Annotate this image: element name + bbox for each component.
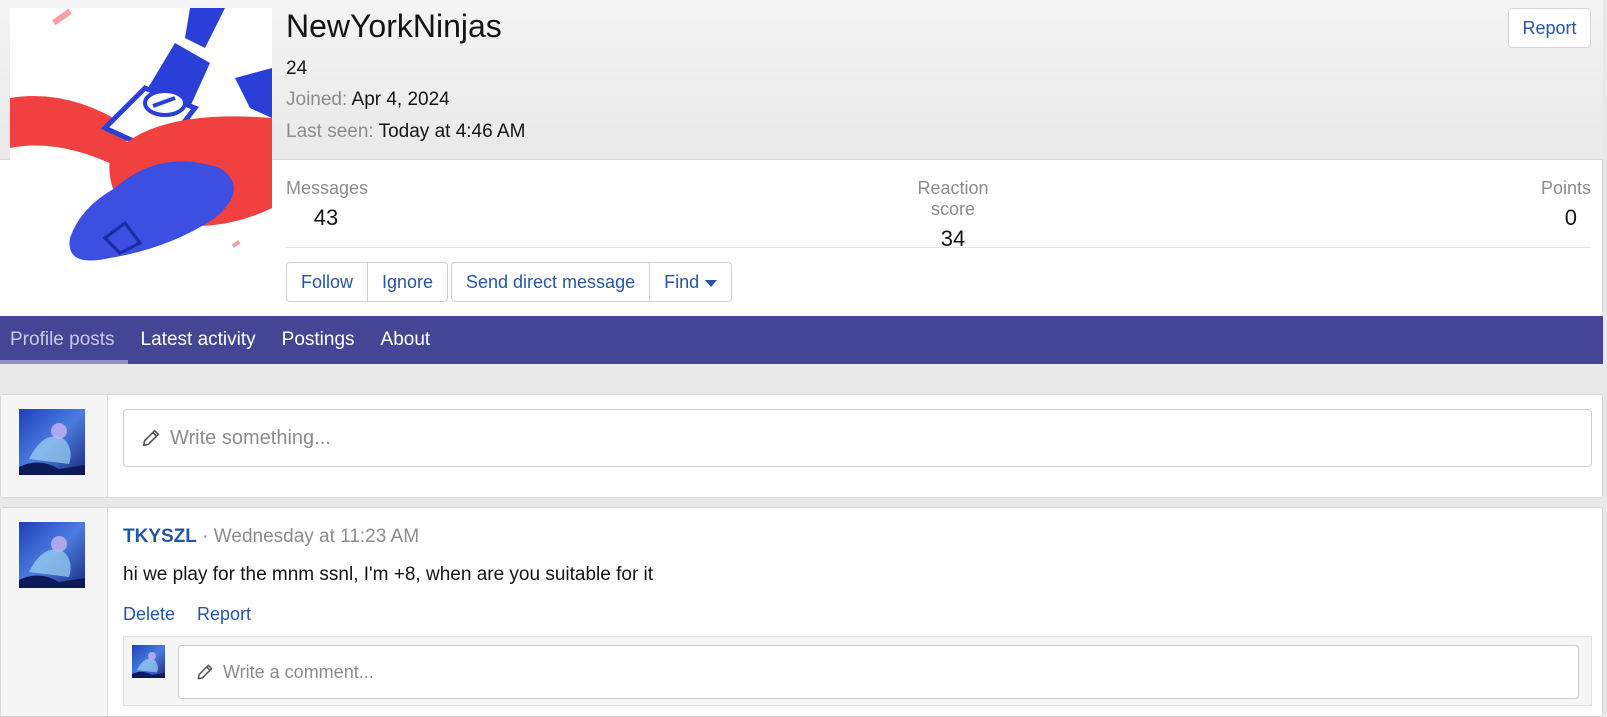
caret-down-icon bbox=[705, 279, 718, 287]
pencil-icon bbox=[142, 429, 160, 447]
current-user-avatar[interactable] bbox=[19, 409, 85, 475]
ignore-button[interactable]: Ignore bbox=[367, 263, 447, 301]
tab-profile-posts[interactable]: Profile posts bbox=[0, 316, 128, 364]
user-title: 24 bbox=[286, 58, 308, 79]
stat-reaction-value: 34 bbox=[940, 226, 966, 251]
joined-row: Joined: Apr 4, 2024 bbox=[286, 89, 450, 111]
write-something-input[interactable]: Write something... bbox=[123, 409, 1592, 467]
send-direct-message-button[interactable]: Send direct message bbox=[452, 263, 649, 301]
find-label: Find bbox=[664, 271, 700, 292]
stat-reaction-label: Reaction score bbox=[917, 178, 989, 219]
profile-post: TKYSZL · Wednesday at 11:23 AM hi we pla… bbox=[0, 507, 1603, 717]
find-dropdown-button[interactable]: Find bbox=[649, 263, 731, 301]
post-separator: · bbox=[196, 526, 214, 547]
tab-about[interactable]: About bbox=[368, 316, 444, 364]
stat-points-label: Points bbox=[1540, 178, 1591, 198]
stat-points-value: 0 bbox=[1564, 205, 1577, 230]
stat-messages[interactable]: Messages 43 bbox=[286, 178, 369, 231]
write-something-placeholder: Write something... bbox=[170, 426, 331, 449]
report-profile-button[interactable]: Report bbox=[1508, 8, 1591, 48]
post-message: hi we play for the mnm ssnl, I'm +8, whe… bbox=[123, 564, 654, 585]
stat-points[interactable]: Points 0 bbox=[1531, 178, 1591, 231]
write-comment-placeholder: Write a comment... bbox=[223, 661, 374, 682]
joined-label: Joined: bbox=[286, 89, 348, 110]
message-find-group: Send direct message Find bbox=[451, 262, 733, 302]
post-actions: Delete Report bbox=[123, 604, 251, 625]
tab-latest-activity[interactable]: Latest activity bbox=[128, 316, 269, 364]
profile-avatar[interactable] bbox=[10, 8, 272, 270]
profile-stats: Messages 43 Reaction score 34 Points 0 bbox=[286, 176, 1591, 251]
post-timestamp[interactable]: Wednesday at 11:23 AM bbox=[214, 526, 419, 547]
follow-ignore-group: Follow Ignore bbox=[286, 262, 449, 302]
pencil-icon bbox=[197, 664, 213, 680]
post-author-avatar[interactable] bbox=[19, 522, 85, 588]
comment-area: Write a comment... bbox=[123, 636, 1592, 706]
profile-tabs: Profile posts Latest activity Postings A… bbox=[0, 316, 1603, 364]
profile-header: NewYorkNinjas 24 Joined: Apr 4, 2024 Las… bbox=[0, 0, 1603, 316]
last-seen-value: Today at 4:46 AM bbox=[378, 121, 526, 142]
post-header: TKYSZL · Wednesday at 11:23 AM bbox=[123, 526, 419, 548]
stat-reaction-score[interactable]: Reaction score 34 bbox=[893, 178, 1013, 252]
write-comment-input[interactable]: Write a comment... bbox=[178, 645, 1579, 699]
joined-value: Apr 4, 2024 bbox=[351, 89, 450, 110]
stat-messages-label: Messages bbox=[286, 178, 369, 198]
report-post-link[interactable]: Report bbox=[197, 604, 251, 625]
last-seen-row: Last seen: Today at 4:46 AM bbox=[286, 121, 525, 143]
profile-username: NewYorkNinjas bbox=[286, 8, 502, 44]
tab-postings[interactable]: Postings bbox=[269, 316, 368, 364]
last-seen-label: Last seen: bbox=[286, 121, 374, 142]
delete-post-link[interactable]: Delete bbox=[123, 604, 175, 625]
post-composer: Write something... bbox=[0, 394, 1603, 498]
follow-button[interactable]: Follow bbox=[287, 263, 367, 301]
post-author-link[interactable]: TKYSZL bbox=[123, 526, 197, 547]
commenter-avatar[interactable] bbox=[132, 645, 165, 678]
stat-messages-value: 43 bbox=[313, 205, 339, 230]
